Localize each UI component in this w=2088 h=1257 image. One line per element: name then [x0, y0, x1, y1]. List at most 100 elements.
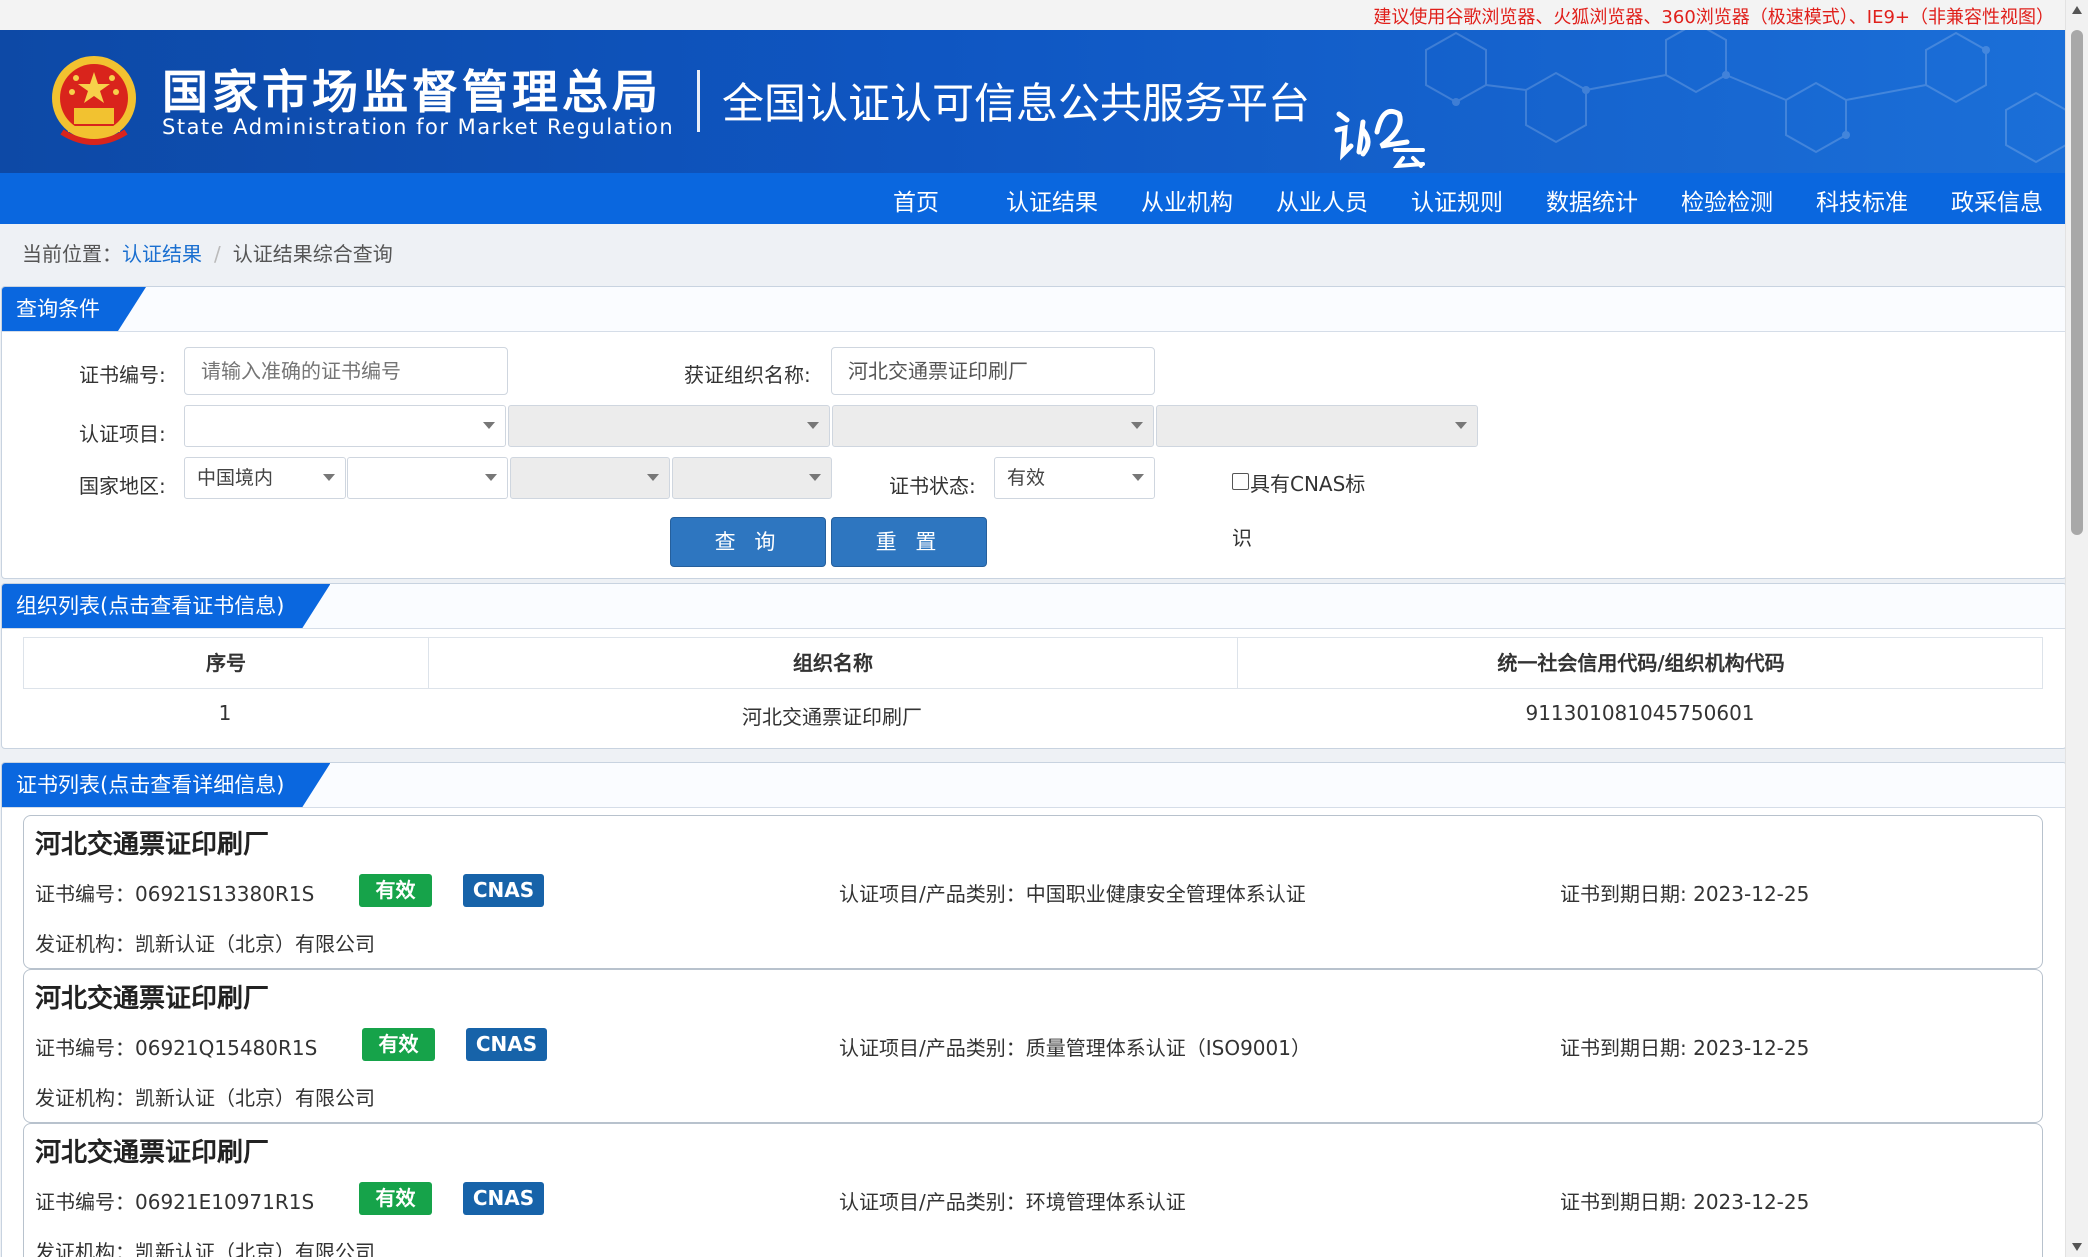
cert-list-title: 证书列表(点击查看详细信息) — [2, 763, 330, 807]
col-header-index: 序号 — [206, 651, 246, 675]
chevron-down-icon — [485, 474, 497, 481]
cert-item: 认证项目/产品类别：质量管理体系认证（ISO9001） — [839, 1032, 1311, 1061]
row-credit-code: 911301081045750601 — [1525, 701, 1755, 725]
nav-home[interactable]: 首页 — [893, 183, 939, 217]
chevron-down-icon — [483, 422, 495, 429]
cert-item-label: 认证项目/产品类别： — [839, 1036, 1026, 1060]
region-select-value: 中国境内 — [197, 467, 274, 489]
status-badge: 有效 — [362, 1028, 435, 1061]
cert-expiry-label: 证书到期日期: — [1560, 882, 1694, 906]
browser-notice-text: 建议使用谷歌浏览器、火狐浏览器、360浏览器（极速模式）、IE9+（非兼容性视图… — [1373, 7, 2054, 28]
hexagon-pattern-decoration — [1425, 30, 2066, 164]
district-select[interactable] — [672, 457, 832, 499]
breadcrumb: 当前位置：认证结果 / 认证结果综合查询 — [22, 238, 393, 267]
chevron-down-icon — [647, 474, 659, 481]
status-badge: 有效 — [359, 1182, 432, 1215]
cert-issuer-value: 凯新认证（北京）有限公司 — [135, 932, 375, 956]
cert-no: 证书编号：06921S13380R1S — [35, 878, 314, 907]
cert-card[interactable]: 河北交通票证印刷厂 证书编号：06921E10971R1S 有效 CNAS 认证… — [23, 1123, 2043, 1257]
cert-no-value: 06921E10971R1S — [135, 1190, 315, 1214]
cert-item-select-2[interactable] — [508, 405, 830, 447]
cert-no-label: 证书编号： — [35, 882, 135, 906]
cert-expiry: 证书到期日期: 2023-12-25 — [1560, 878, 1809, 907]
col-header-org-name: 组织名称 — [793, 651, 873, 675]
cert-item-value: 质量管理体系认证（ISO9001） — [1025, 1036, 1311, 1060]
city-select[interactable] — [510, 457, 670, 499]
main-nav: 首页 认证结果 从业机构 从业人员 认证规则 数据统计 检验检测 科技标准 政采… — [0, 173, 2066, 224]
platform-title: 全国认证认可信息公共服务平台 — [722, 79, 1311, 128]
cert-card[interactable]: 河北交通票证印刷厂 证书编号：06921S13380R1S 有效 CNAS 认证… — [23, 815, 2043, 969]
cert-item-label: 认证项目/产品类别： — [839, 1190, 1026, 1214]
reset-button[interactable]: 重 置 — [831, 517, 987, 567]
cert-expiry-value: 2023-12-25 — [1693, 1190, 1810, 1214]
cert-card[interactable]: 河北交通票证印刷厂 证书编号：06921Q15480R1S 有效 CNAS 认证… — [23, 969, 2043, 1123]
status-badge: 有效 — [359, 874, 432, 907]
cert-item-label: 认证项目/产品类别： — [839, 882, 1026, 906]
org-list-header: 组织列表(点击查看证书信息) — [2, 584, 2066, 629]
cert-issuer-label: 发证机构： — [35, 1086, 135, 1110]
cert-no-value: 06921S13380R1S — [135, 882, 315, 906]
cert-org-name: 河北交通票证印刷厂 — [35, 830, 270, 860]
province-select[interactable] — [347, 457, 508, 499]
cert-no-input[interactable] — [184, 347, 508, 395]
region-select[interactable]: 中国境内 — [184, 457, 346, 499]
nav-inspection[interactable]: 检验检测 — [1681, 183, 1773, 217]
nav-statistics[interactable]: 数据统计 — [1546, 183, 1638, 217]
cert-issuer-label: 发证机构： — [35, 1240, 135, 1257]
org-list-title: 组织列表(点击查看证书信息) — [2, 584, 330, 628]
query-panel-title: 查询条件 — [2, 287, 146, 331]
nav-procurement[interactable]: 政采信息 — [1951, 183, 2043, 217]
cnas-badge: CNAS — [466, 1028, 547, 1061]
cert-expiry: 证书到期日期: 2023-12-25 — [1560, 1032, 1809, 1061]
scroll-up-arrow-icon[interactable] — [2072, 6, 2082, 14]
query-panel-header: 查询条件 — [2, 287, 2066, 332]
agency-name-en: State Administration for Market Regulati… — [162, 115, 675, 139]
nav-personnel[interactable]: 从业人员 — [1276, 183, 1368, 217]
scroll-down-arrow-icon[interactable] — [2072, 1243, 2082, 1251]
nav-cert-rules[interactable]: 认证规则 — [1411, 183, 1503, 217]
org-table-header: 序号 组织名称 统一社会信用代码/组织机构代码 — [23, 637, 2043, 689]
cert-item-select-1[interactable] — [184, 405, 506, 447]
cnas-badge: CNAS — [463, 874, 544, 907]
cnas-badge: CNAS — [463, 1182, 544, 1215]
cert-list-header: 证书列表(点击查看详细信息) — [2, 763, 2066, 808]
scrollbar-thumb[interactable] — [2071, 30, 2083, 535]
region-label: 国家地区: — [79, 474, 166, 498]
org-list-panel: 组织列表(点击查看证书信息) 序号 组织名称 统一社会信用代码/组织机构代码 1… — [1, 583, 2066, 749]
page: 建议使用谷歌浏览器、火狐浏览器、360浏览器（极速模式）、IE9+（非兼容性视图… — [0, 0, 2066, 1257]
cert-item: 认证项目/产品类别：中国职业健康安全管理体系认证 — [839, 878, 1306, 907]
renke-cloud-logo-icon[interactable] — [1333, 102, 1429, 168]
national-emblem-icon — [52, 56, 136, 145]
cert-item-value: 环境管理体系认证 — [1025, 1190, 1186, 1214]
cert-issuer-label: 发证机构： — [35, 932, 135, 956]
search-button[interactable]: 查 询 — [670, 517, 826, 567]
vertical-scrollbar[interactable] — [2065, 0, 2088, 1257]
cert-no-label: 证书编号: — [79, 363, 166, 387]
cert-issuer-value: 凯新认证（北京）有限公司 — [135, 1240, 375, 1257]
cert-list-panel: 证书列表(点击查看详细信息) 河北交通票证印刷厂 证书编号：06921S1338… — [1, 762, 2066, 1257]
cert-item-select-4[interactable] — [1156, 405, 1478, 447]
cert-org-name: 河北交通票证印刷厂 — [35, 984, 270, 1014]
row-index: 1 — [218, 701, 232, 725]
cert-no-value: 06921Q15480R1S — [135, 1036, 318, 1060]
chevron-down-icon — [1455, 422, 1467, 429]
org-name-label: 获证组织名称: — [684, 363, 811, 387]
chevron-down-icon — [809, 474, 821, 481]
cert-issuer: 发证机构：凯新认证（北京）有限公司 — [35, 1082, 375, 1111]
browser-notice-bar: 建议使用谷歌浏览器、火狐浏览器、360浏览器（极速模式）、IE9+（非兼容性视图… — [0, 0, 2066, 30]
status-select[interactable]: 有效 — [994, 457, 1155, 499]
cert-org-name: 河北交通票证印刷厂 — [35, 1138, 270, 1168]
breadcrumb-prefix: 当前位置： — [22, 242, 122, 266]
nav-standards[interactable]: 科技标准 — [1816, 183, 1908, 217]
agency-name-cn: 国家市场监督管理总局 — [162, 65, 662, 119]
breadcrumb-link-cert-results[interactable]: 认证结果 — [122, 242, 202, 266]
nav-cert-results[interactable]: 认证结果 — [1006, 183, 1098, 217]
row-org-name[interactable]: 河北交通票证印刷厂 — [428, 701, 1236, 730]
cert-item-label: 认证项目: — [79, 422, 166, 446]
breadcrumb-separator: / — [214, 242, 221, 266]
cert-no-label: 证书编号： — [35, 1036, 135, 1060]
cert-item-select-3[interactable] — [832, 405, 1154, 447]
org-name-input[interactable]: 河北交通票证印刷厂 — [831, 347, 1155, 395]
nav-institutions[interactable]: 从业机构 — [1141, 183, 1233, 217]
site-header: 国家市场监督管理总局 State Administration for Mark… — [0, 30, 2066, 173]
